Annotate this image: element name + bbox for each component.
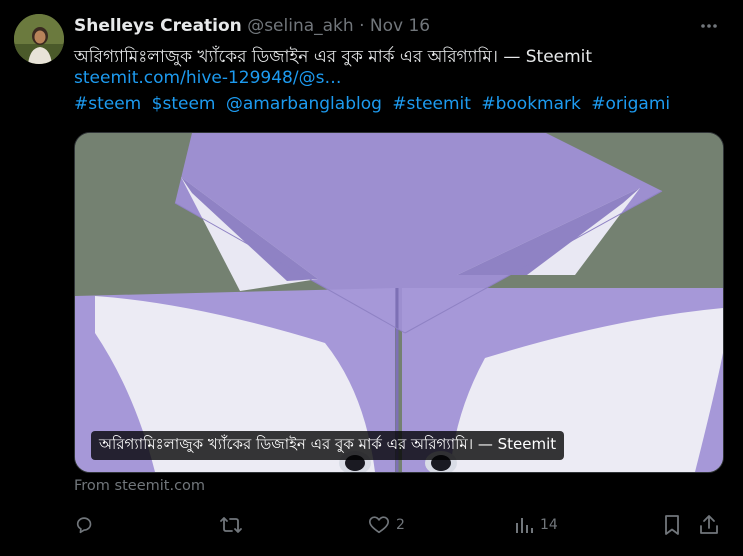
action-bar: 2 14 xyxy=(74,512,724,538)
mention-amarbanglablog[interactable]: @amarbanglablog xyxy=(226,94,382,114)
views-icon xyxy=(516,518,533,533)
cashtag-steem[interactable]: $steem xyxy=(152,94,216,114)
tweet-header: Shelleys Creation @selina_akh · Nov 16 xyxy=(74,16,430,36)
card-source[interactable]: From steemit.com xyxy=(74,478,205,494)
separator-dot: · xyxy=(359,16,365,36)
hashtag-steem[interactable]: #steem xyxy=(74,94,141,114)
more-options-icon[interactable] xyxy=(697,14,721,38)
share-button[interactable] xyxy=(698,512,720,538)
retweet-button[interactable] xyxy=(219,512,249,538)
post-date[interactable]: Nov 16 xyxy=(370,16,430,36)
avatar-photo xyxy=(14,14,64,64)
views-button[interactable]: 14 xyxy=(514,512,558,538)
reply-icon xyxy=(76,517,92,534)
card-image xyxy=(75,133,723,472)
like-count: 2 xyxy=(396,517,405,533)
avatar[interactable] xyxy=(14,14,64,64)
heart-icon xyxy=(369,516,389,534)
share-icon xyxy=(700,515,718,534)
hashtag-steemit[interactable]: #steemit xyxy=(392,94,471,114)
hashtag-origami[interactable]: #origami xyxy=(591,94,670,114)
retweet-icon xyxy=(220,517,242,533)
card-caption: অরিগ্যামিঃলাজুক খ্যাঁকের ডিজাইন এর বুক ম… xyxy=(91,431,565,460)
like-button[interactable]: 2 xyxy=(368,512,405,538)
author-name[interactable]: Shelleys Creation xyxy=(74,16,242,36)
views-count: 14 xyxy=(540,517,558,533)
link-card[interactable]: অরিগ্যামিঃলাজুক খ্যাঁকের ডিজাইন এর বুক ম… xyxy=(74,132,724,473)
hashtag-bookmark[interactable]: #bookmark xyxy=(481,94,581,114)
author-handle[interactable]: @selina_akh xyxy=(247,16,354,36)
bookmark-button[interactable] xyxy=(662,512,682,538)
reply-button[interactable] xyxy=(74,512,102,538)
tweet: Shelleys Creation @selina_akh · Nov 16 অ… xyxy=(0,0,743,556)
bookmark-icon xyxy=(665,515,679,535)
hashtag-list: #steem $steem @amarbanglablog #steemit #… xyxy=(74,94,675,114)
post-link[interactable]: steemit.com/hive-129948/@s… xyxy=(74,68,341,88)
